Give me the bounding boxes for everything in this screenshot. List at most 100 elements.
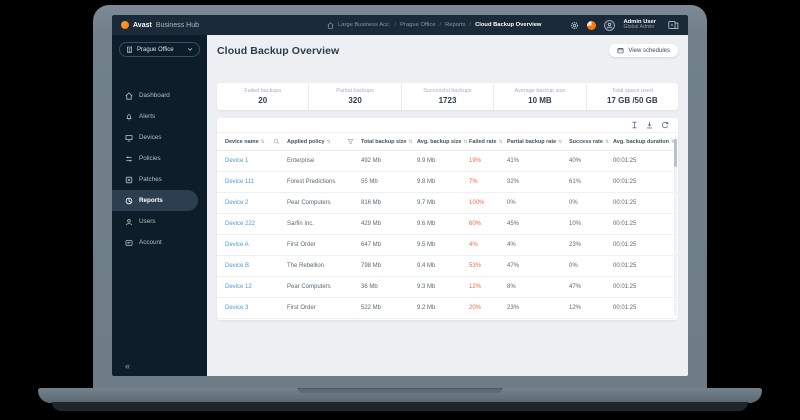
building-icon — [126, 46, 133, 53]
id-card-icon — [125, 239, 133, 247]
stat-successful-backups: Successful backups 1723 — [401, 83, 493, 110]
device-link[interactable]: Device 111 — [225, 179, 287, 185]
download-icon[interactable] — [646, 121, 653, 129]
device-link[interactable]: Device 1 — [225, 158, 287, 164]
sidebar-item-devices[interactable]: Devices — [112, 127, 207, 148]
breadcrumb-separator: / — [440, 22, 442, 28]
total-size-cell: 429 Mb — [361, 221, 417, 227]
avg-size-cell: 9.2 Mb — [417, 305, 469, 311]
sort-icon[interactable]: ⇅ — [605, 139, 609, 145]
success-rate-cell: 12% — [569, 305, 613, 311]
partial-rate-cell: 0% — [507, 200, 569, 206]
avg-size-cell: 9.7 Mb — [417, 200, 469, 206]
sort-icon[interactable]: ⇅ — [499, 139, 503, 145]
laptop-screen: Avast Business Hub Large Business Acc. /… — [112, 15, 688, 376]
table-row: Device 2 Pear Computers 816 Mb 9.7 Mb 10… — [217, 193, 678, 214]
breadcrumb-current: Cloud Backup Overview — [475, 22, 541, 28]
app-switcher-icon[interactable] — [668, 20, 679, 30]
device-link[interactable]: Device 3 — [225, 305, 287, 311]
refresh-icon[interactable] — [661, 121, 669, 129]
column-header-avg-backup-size[interactable]: Avg. backup size ⇅ — [417, 139, 469, 145]
device-link[interactable]: Device A — [225, 242, 287, 248]
sort-icon[interactable]: ⇅ — [463, 139, 467, 145]
breadcrumb-item[interactable]: Large Business Acc. — [338, 22, 391, 28]
breadcrumb-item[interactable]: Reports — [445, 22, 465, 28]
success-rate-cell: 40% — [569, 158, 613, 164]
brand-name-bold: Avast — [133, 22, 152, 29]
bell-icon — [125, 113, 133, 121]
laptop-hinge-notch — [298, 388, 503, 393]
avg-size-cell: 9.8 Mb — [417, 179, 469, 185]
column-header-failed-rate[interactable]: Failed rate ⇅ — [469, 139, 507, 145]
device-link[interactable]: Device 222 — [225, 221, 287, 227]
partial-rate-cell: 41% — [507, 158, 569, 164]
success-rate-cell: 0% — [569, 263, 613, 269]
monitor-icon — [125, 134, 133, 142]
column-header-success-rate[interactable]: Success rate ⇅ — [569, 139, 613, 145]
search-icon[interactable] — [273, 138, 280, 145]
avatar[interactable] — [604, 20, 615, 31]
sort-icon[interactable]: ⇅ — [261, 139, 265, 145]
duration-cell: 00:01:25 — [613, 158, 678, 164]
partial-rate-cell: 8% — [507, 284, 569, 290]
duration-cell: 00:01:25 — [613, 242, 678, 248]
sidebar-item-policies[interactable]: Policies — [112, 148, 207, 169]
sidebar-collapse-button[interactable]: « — [125, 362, 130, 371]
policy-cell: First Order — [287, 242, 361, 248]
home-icon — [125, 92, 133, 100]
table-scrollbar[interactable] — [674, 136, 677, 316]
column-label: Total backup size — [361, 139, 406, 145]
table-scrollbar-thumb[interactable] — [674, 139, 677, 167]
failed-rate-cell: 100% — [469, 200, 507, 206]
user-role: Global Admin — [623, 25, 656, 31]
person-icon — [125, 218, 133, 226]
sidebar-item-reports[interactable]: Reports — [112, 190, 198, 211]
gear-icon[interactable] — [570, 21, 579, 30]
column-header-total-backup-size[interactable]: Total backup size ⇅ — [361, 139, 417, 145]
backup-table-card: Device name ⇅ Applied policy ⇅ Total bac… — [217, 118, 678, 320]
sidebar-item-patches[interactable]: Patches — [112, 169, 207, 190]
device-link[interactable]: Device B — [225, 263, 287, 269]
sort-icon[interactable]: ⇅ — [558, 139, 562, 145]
sidebar: Prague Office Dashboard Alerts — [112, 35, 207, 376]
column-header-device-name[interactable]: Device name ⇅ — [225, 138, 287, 145]
stat-value: 10 MB — [528, 96, 552, 105]
sidebar-item-users[interactable]: Users — [112, 211, 207, 232]
avg-size-cell: 9.5 Mb — [417, 242, 469, 248]
org-selector[interactable]: Prague Office — [119, 42, 200, 57]
calendar-icon — [617, 47, 624, 54]
breadcrumb-item[interactable]: Prague Office — [400, 22, 435, 28]
failed-rate-cell: 60% — [469, 221, 507, 227]
column-header-partial-backup-rate[interactable]: Partial backup rate ⇅ — [507, 139, 569, 145]
stat-average-backup-size: Average backup size 10 MB — [493, 83, 585, 110]
failed-rate-cell: 7% — [469, 179, 507, 185]
filter-icon[interactable] — [347, 138, 354, 145]
failed-rate-cell: 4% — [469, 242, 507, 248]
sidebar-item-dashboard[interactable]: Dashboard — [112, 85, 207, 106]
sidebar-item-label: Reports — [139, 197, 163, 204]
device-link[interactable]: Device 12 — [225, 284, 287, 290]
user-info[interactable]: Admin User Global Admin — [623, 19, 656, 32]
column-header-avg-backup-duration[interactable]: Avg. backup duration ⇅ — [613, 139, 678, 145]
row-height-icon[interactable] — [631, 121, 638, 129]
sort-icon[interactable]: ⇅ — [327, 139, 331, 145]
sort-icon[interactable]: ⇅ — [408, 139, 412, 145]
sidebar-item-alerts[interactable]: Alerts — [112, 106, 207, 127]
view-schedules-button[interactable]: View schedules — [609, 44, 678, 57]
column-label: Success rate — [569, 139, 603, 145]
device-link[interactable]: Device 2 — [225, 200, 287, 206]
sidebar-item-account[interactable]: Account — [112, 232, 207, 253]
breadcrumb-separator: / — [469, 22, 471, 28]
duration-cell: 00:01:25 — [613, 263, 678, 269]
total-size-cell: 492 Mb — [361, 158, 417, 164]
duration-cell: 00:01:25 — [613, 305, 678, 311]
table-row: Device 111 Forest Predictions 55 Mb 9.8 … — [217, 172, 678, 193]
table-row: Device 12 Pear Computers 36 Mb 9.3 Mb 12… — [217, 277, 678, 298]
sidebar-item-label: Dashboard — [139, 92, 170, 99]
chevron-down-icon — [187, 47, 193, 52]
sliders-icon — [125, 155, 133, 163]
home-icon[interactable] — [327, 22, 334, 29]
column-header-applied-policy[interactable]: Applied policy ⇅ — [287, 138, 361, 145]
usage-pie-icon[interactable] — [587, 21, 596, 30]
success-rate-cell: 0% — [569, 200, 613, 206]
